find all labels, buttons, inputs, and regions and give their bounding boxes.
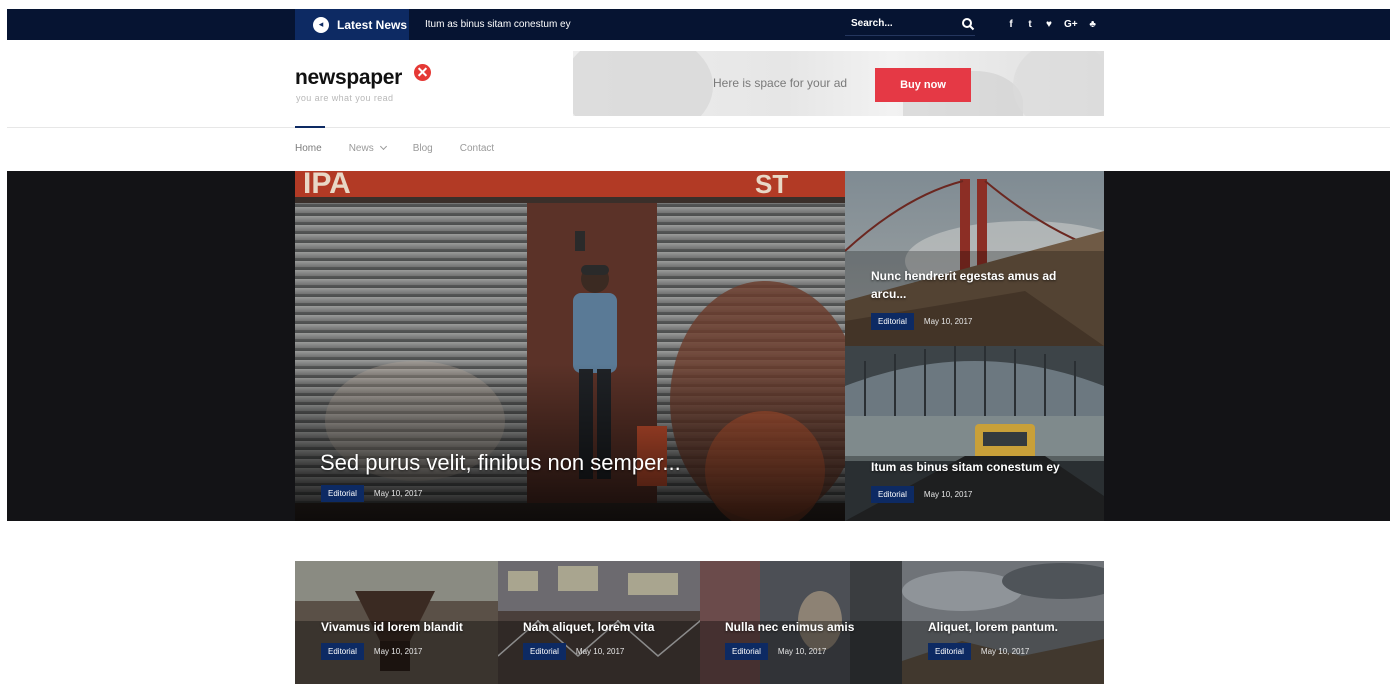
twitter-icon[interactable]: t <box>1026 19 1034 30</box>
news-ticker[interactable]: Itum as binus sitam conestum ey <box>425 9 571 40</box>
vimeo-icon[interactable]: ♥ <box>1045 19 1053 30</box>
chevron-down-icon <box>379 142 387 151</box>
ad-banner[interactable]: Here is space for your ad Buy now <box>573 51 1104 116</box>
search-input[interactable] <box>845 18 945 29</box>
ticker-text: Itum as binus sitam conestum ey <box>425 19 571 30</box>
nav-item-news[interactable]: News <box>348 126 387 170</box>
page: ◂ Latest News Itum as binus sitam conest… <box>0 0 1397 684</box>
article-date: May 10, 2017 <box>777 647 827 656</box>
grid-article-3-title[interactable]: Nulla nec enimus amis <box>725 620 854 634</box>
buy-now-button[interactable]: Buy now <box>875 68 971 102</box>
side-article-2-meta: Editorial May 10, 2017 <box>871 486 972 503</box>
site-tagline: you are what you read <box>296 93 394 103</box>
grid-article-1[interactable]: Vivamus id lorem blandit Editorial May 1… <box>295 561 498 684</box>
grid-article-4-meta: Editorial May 10, 2017 <box>928 643 1029 660</box>
side-article-2[interactable]: Itum as binus sitam conestum ey Editoria… <box>845 346 1104 521</box>
grid-article-1-title[interactable]: Vivamus id lorem blandit <box>321 620 463 634</box>
article-date: May 10, 2017 <box>575 647 625 656</box>
grid-article-3-meta: Editorial May 10, 2017 <box>725 643 826 660</box>
category-badge[interactable]: Editorial <box>321 485 364 502</box>
nav-item-contact[interactable]: Contact <box>460 126 494 170</box>
search-icon[interactable] <box>961 17 975 31</box>
youtube-icon[interactable]: ♣ <box>1089 19 1097 30</box>
latest-news-tag[interactable]: ◂ Latest News <box>295 9 409 40</box>
nav-item-news-label: News <box>348 142 374 154</box>
ad-text: Here is space for your ad <box>713 76 848 90</box>
facebook-icon[interactable]: f <box>1007 19 1015 30</box>
grid-article-1-meta: Editorial May 10, 2017 <box>321 643 422 660</box>
grid-article-4[interactable]: Aliquet, lorem pantum. Editorial May 10,… <box>902 561 1104 684</box>
side-article-1-meta: Editorial May 10, 2017 <box>871 313 972 330</box>
megaphone-icon: ◂ <box>313 16 329 33</box>
grid-article-3[interactable]: Nulla nec enimus amis Editorial May 10, … <box>700 561 902 684</box>
article-date: May 10, 2017 <box>923 490 973 499</box>
grid-article-4-title[interactable]: Aliquet, lorem pantum. <box>928 620 1058 634</box>
header-divider <box>7 127 1390 128</box>
nav-item-blog[interactable]: Blog <box>413 126 433 170</box>
search-box <box>845 12 975 36</box>
article-date: May 10, 2017 <box>373 489 423 498</box>
category-badge[interactable]: Editorial <box>321 643 364 660</box>
side-article-1[interactable]: Nunc hendrerit egestas amus ad arcu... E… <box>845 171 1104 346</box>
category-badge[interactable]: Editorial <box>871 486 914 503</box>
featured-article[interactable]: IPA ST Sed purus velit, finibus non semp… <box>295 171 845 521</box>
side-article-2-title[interactable]: Itum as binus sitam conestum ey <box>871 460 1060 474</box>
logo-badge-icon <box>414 64 431 81</box>
featured-article-title[interactable]: Sed purus velit, finibus non semper... <box>320 450 681 476</box>
social-links: f t ♥ G+ ♣ <box>1007 9 1097 40</box>
article-date: May 10, 2017 <box>980 647 1030 656</box>
category-badge[interactable]: Editorial <box>871 313 914 330</box>
category-badge[interactable]: Editorial <box>928 643 971 660</box>
latest-news-label: Latest News <box>337 17 408 32</box>
article-date: May 10, 2017 <box>923 317 973 326</box>
google-plus-icon[interactable]: G+ <box>1064 19 1078 30</box>
nav-item-home[interactable]: Home <box>295 126 325 170</box>
site-logo[interactable]: newspaper <box>295 66 402 90</box>
category-badge[interactable]: Editorial <box>725 643 768 660</box>
grid-article-2[interactable]: Nam aliquet, lorem vita Editorial May 10… <box>498 561 700 684</box>
ad-background-shape <box>1013 51 1104 116</box>
top-bar: ◂ Latest News Itum as binus sitam conest… <box>7 9 1390 40</box>
main-nav: Home News Blog Contact <box>295 126 494 170</box>
grid-article-2-title[interactable]: Nam aliquet, lorem vita <box>523 620 654 634</box>
grid-article-2-meta: Editorial May 10, 2017 <box>523 643 624 660</box>
category-badge[interactable]: Editorial <box>523 643 566 660</box>
ad-background-shape <box>573 51 713 116</box>
featured-article-meta: Editorial May 10, 2017 <box>321 485 422 502</box>
side-article-1-title[interactable]: Nunc hendrerit egestas amus ad arcu... <box>871 267 1076 303</box>
article-date: May 10, 2017 <box>373 647 423 656</box>
